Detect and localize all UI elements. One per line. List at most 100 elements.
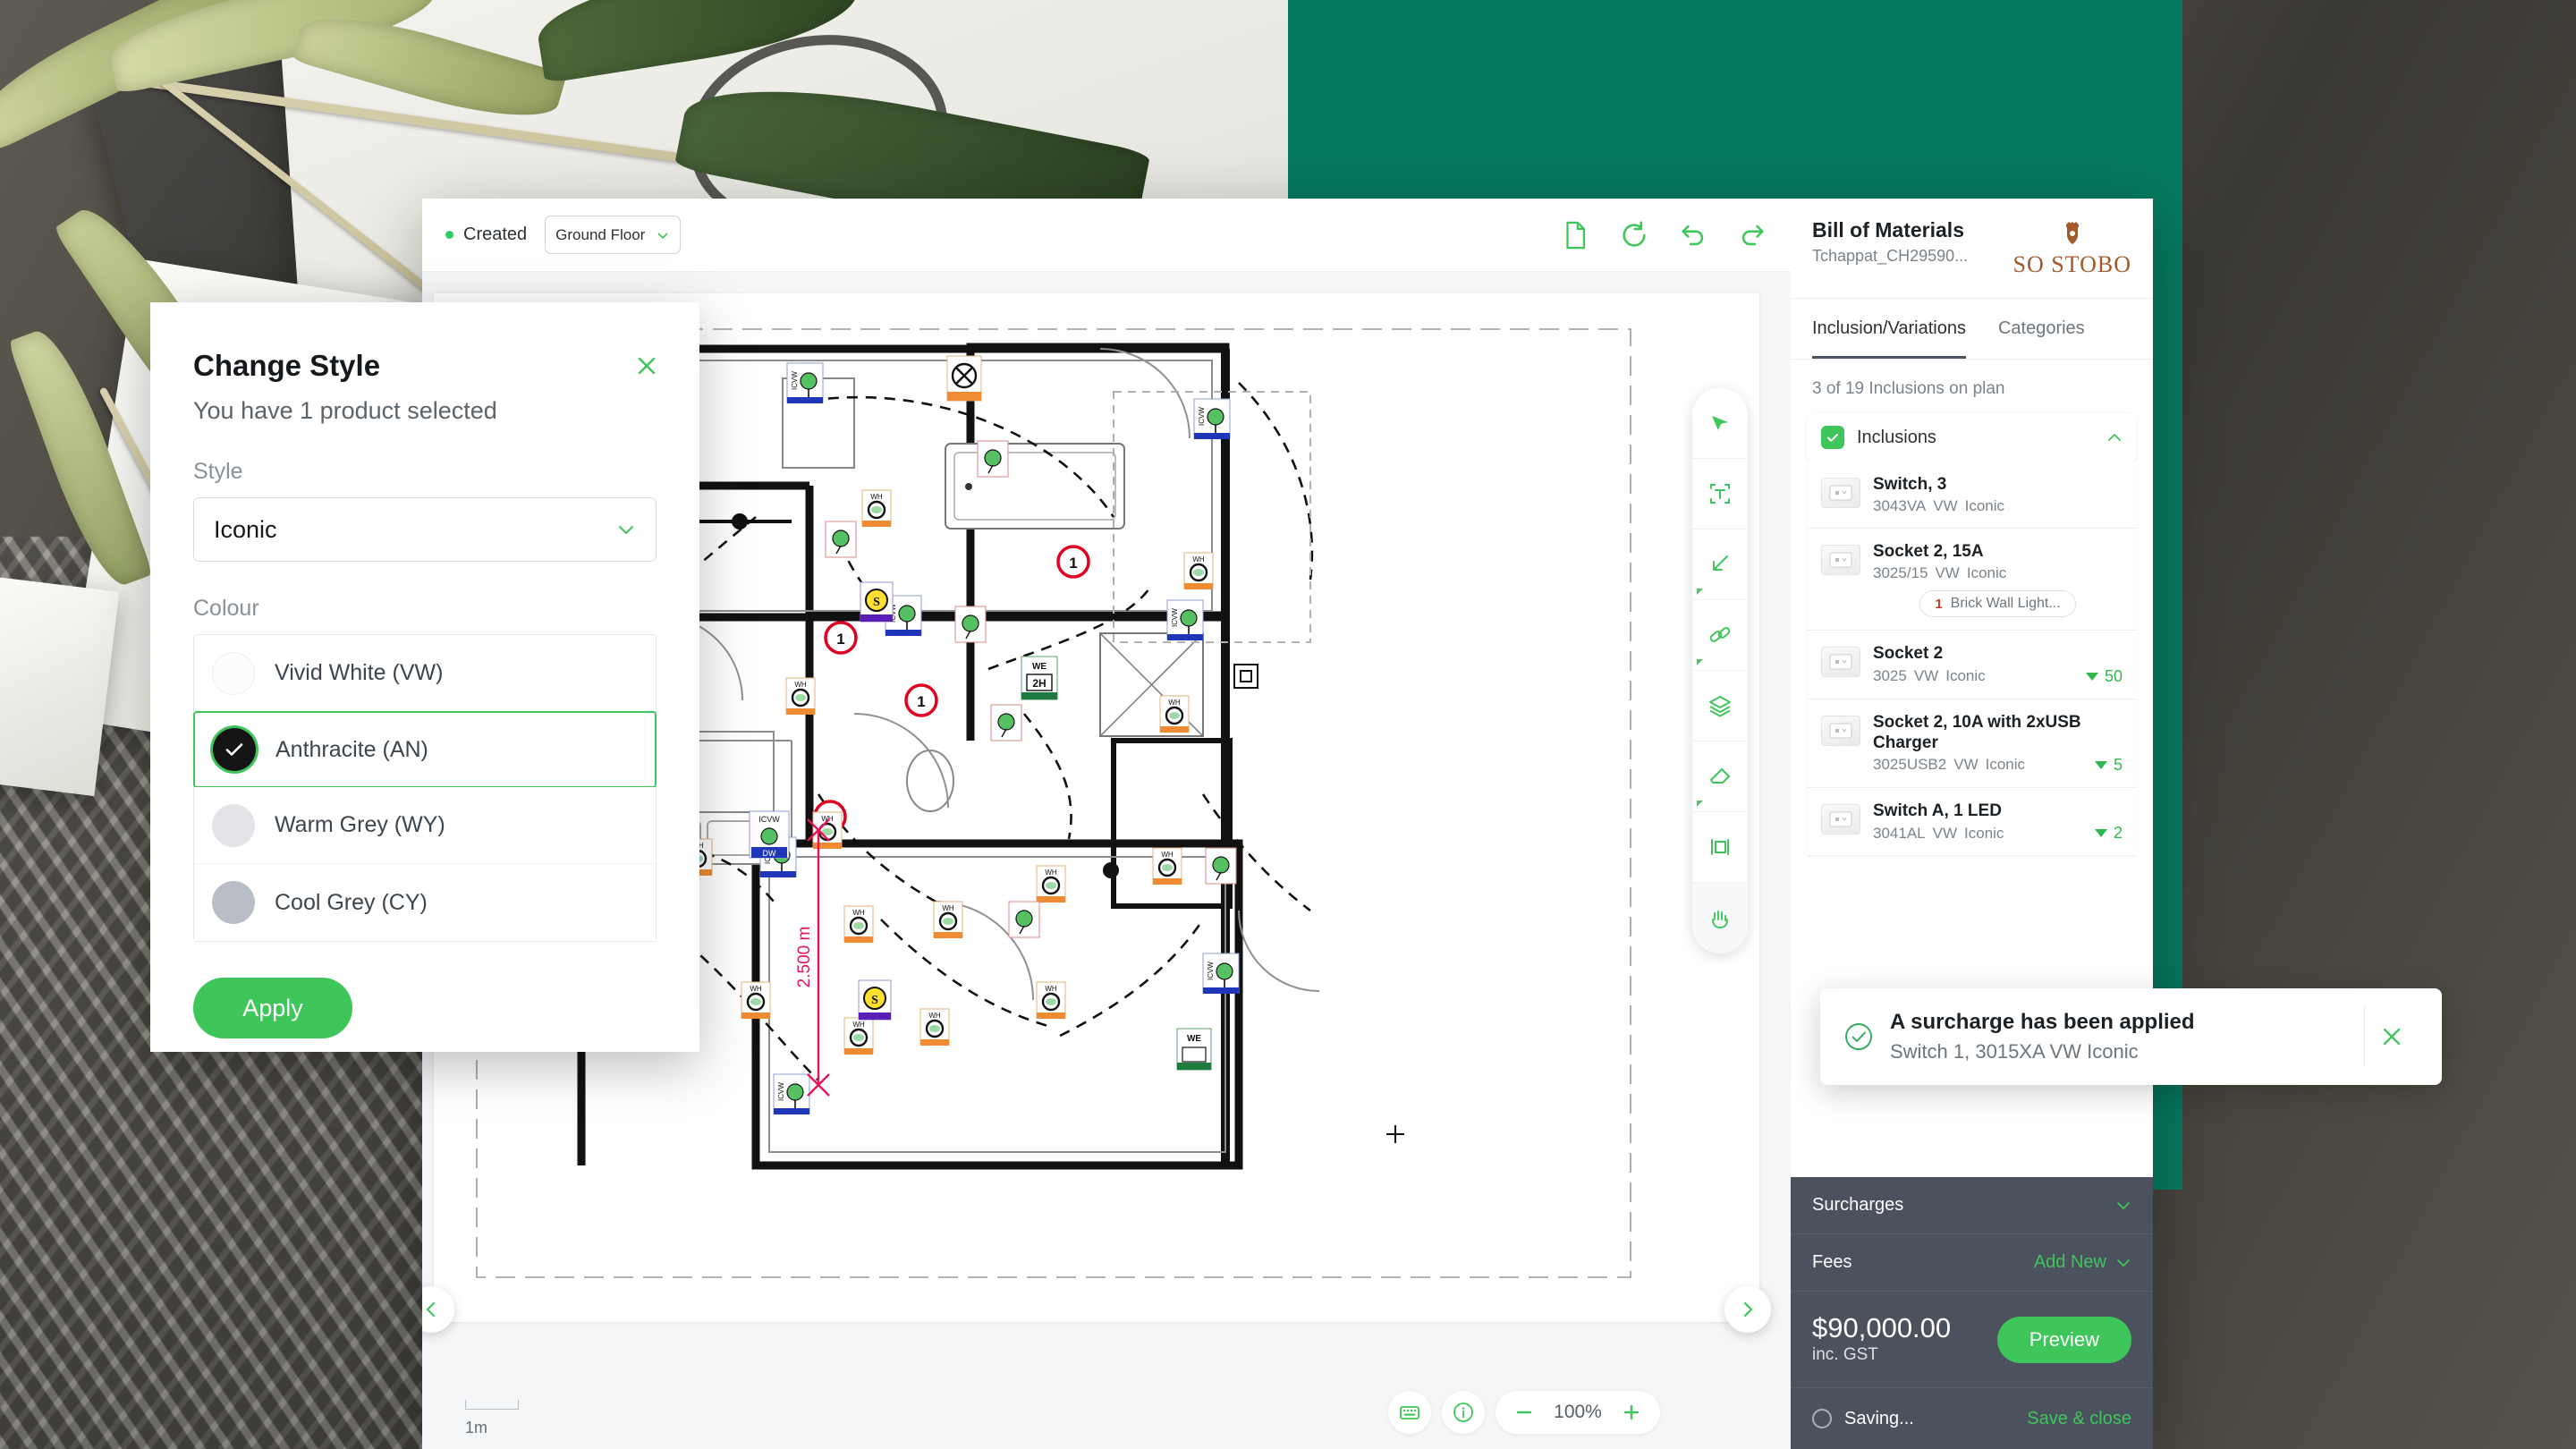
sidebar-footer: Surcharges Fees Add New $90,000.00 inc. …	[1791, 1177, 2153, 1449]
measure-tool[interactable]	[1692, 530, 1748, 600]
plus-icon[interactable]	[1621, 1402, 1642, 1423]
keyboard-shortcuts-button[interactable]	[1388, 1391, 1431, 1434]
toast-title: A surcharge has been applied	[1890, 1010, 2195, 1034]
eraser-tool[interactable]	[1692, 741, 1748, 812]
product-name: Switch, 3	[1873, 475, 1947, 494]
list-item[interactable]: Socket 2, 10A with 2xUSB Charger 3025USB…	[1807, 699, 2137, 788]
select-tool[interactable]	[1692, 388, 1748, 459]
svg-text:DW: DW	[763, 849, 776, 858]
variation-tag[interactable]: 1 Brick Wall Light...	[1919, 590, 2076, 618]
triangle-down-icon	[2094, 760, 2107, 769]
change-style-modal: Change Style You have 1 product selected…	[150, 302, 699, 1052]
colour-option-warm-grey[interactable]: Warm Grey (WY)	[194, 787, 656, 864]
info-button[interactable]	[1442, 1391, 1485, 1434]
variation-tag-count: 1	[1935, 596, 1943, 612]
group-checkbox[interactable]	[1821, 426, 1844, 449]
redo-icon[interactable]	[1737, 220, 1767, 250]
eraser-icon	[1710, 768, 1730, 784]
sidebar-tabs: Inclusion/Variations Categories	[1791, 299, 2153, 360]
saving-spinner-icon	[1812, 1409, 1832, 1428]
product-colour: VW	[1932, 824, 1958, 842]
colour-options-list: Vivid White (VW) Anthracite (AN) Warm Gr…	[193, 634, 657, 942]
list-item[interactable]: Switch A, 1 LED 3041AL VW Iconic 2	[1807, 787, 2137, 857]
list-item[interactable]: Socket 2, 15A 3025/15 VW Iconic 1 Brick …	[1807, 529, 2137, 631]
product-style: Iconic	[1985, 756, 2026, 774]
dimension-tool[interactable]	[1692, 812, 1748, 883]
group-header-inclusions[interactable]: Inclusions	[1807, 413, 2137, 462]
product-name: Socket 2, 10A with 2xUSB Charger	[1873, 712, 2081, 752]
text-box-icon	[1710, 484, 1730, 504]
save-and-close-button[interactable]: Save & close	[2027, 1409, 2131, 1429]
product-name: Socket 2, 15A	[1873, 542, 1984, 562]
colour-option-label: Warm Grey (WY)	[275, 812, 445, 837]
product-style: Iconic	[1945, 667, 1986, 685]
colour-option-cool-grey[interactable]: Cool Grey (CY)	[194, 864, 656, 941]
svg-text:S: S	[871, 994, 878, 1007]
list-item[interactable]: Socket 2 3025 VW Iconic 50	[1807, 631, 2137, 699]
svg-text:1: 1	[1069, 555, 1077, 572]
layers-tool[interactable]	[1692, 671, 1748, 741]
product-thumbnail	[1821, 647, 1860, 678]
apply-button[interactable]: Apply	[193, 978, 352, 1038]
scale-bar: 1m	[465, 1400, 519, 1437]
cursor-arrow-icon	[1712, 416, 1728, 430]
group-label: Inclusions	[1857, 427, 1936, 447]
inclusions-list: Inclusions Switch, 3 3043VA VW Iconic So…	[1791, 413, 2153, 857]
colour-option-vivid-white[interactable]: Vivid White (VW)	[194, 635, 656, 712]
product-quantity: 2	[2094, 824, 2123, 843]
scale-label: 1m	[465, 1419, 488, 1436]
chevron-right-icon	[1743, 1301, 1753, 1318]
tab-inclusion-variations[interactable]: Inclusion/Variations	[1812, 299, 1966, 359]
preview-button[interactable]: Preview	[1996, 1316, 2131, 1363]
toast-close-button[interactable]	[2365, 1023, 2419, 1050]
floor-select[interactable]: Ground Floor	[545, 216, 682, 254]
list-item[interactable]: Switch, 3 3043VA VW Iconic	[1807, 462, 2137, 530]
surcharges-label: Surcharges	[1812, 1195, 1904, 1215]
next-page-button[interactable]	[1724, 1286, 1771, 1333]
tab-categories[interactable]: Categories	[1998, 299, 2085, 359]
style-select[interactable]: Iconic	[193, 497, 657, 562]
product-quantity-value: 5	[2113, 755, 2123, 774]
text-tool[interactable]	[1692, 459, 1748, 530]
scale-bar-line	[465, 1400, 519, 1410]
pan-tool[interactable]	[1692, 883, 1748, 953]
product-colour: VW	[1913, 667, 1939, 685]
svg-text:1: 1	[836, 631, 844, 648]
surcharges-row[interactable]: Surcharges	[1791, 1177, 2153, 1234]
zoom-level-label: 100%	[1554, 1402, 1602, 1422]
chevron-down-icon[interactable]	[2115, 1198, 2131, 1214]
product-name: Socket 2	[1873, 644, 1944, 664]
refresh-icon[interactable]	[1619, 220, 1649, 250]
product-thumbnail	[1821, 803, 1860, 835]
chevron-down-icon[interactable]	[2115, 1255, 2131, 1271]
colour-option-anthracite[interactable]: Anthracite (AN)	[193, 711, 657, 788]
minus-icon[interactable]	[1513, 1402, 1535, 1423]
add-new-fee-button[interactable]: Add New	[2034, 1252, 2106, 1273]
status-dot	[445, 231, 453, 239]
link-tool[interactable]	[1692, 600, 1748, 671]
layers-icon	[1709, 696, 1731, 717]
check-icon	[225, 743, 243, 756]
product-colour: VW	[1935, 564, 1960, 582]
new-document-icon[interactable]	[1560, 220, 1590, 250]
brand-name: SO STOBO	[2012, 251, 2131, 277]
floor-select-value: Ground Floor	[555, 225, 646, 243]
dimension-icon	[1711, 839, 1729, 855]
product-quantity: 5	[2094, 755, 2123, 775]
product-code: 3025/15	[1873, 564, 1928, 582]
sidebar-title: Bill of Materials	[1812, 218, 1964, 242]
hand-icon	[1712, 910, 1728, 928]
fees-row[interactable]: Fees Add New	[1791, 1234, 2153, 1292]
socket-thumbnail-icon	[1829, 485, 1852, 501]
undo-icon[interactable]	[1678, 220, 1708, 250]
check-icon	[1826, 433, 1839, 442]
svg-text:WE: WE	[1032, 662, 1046, 672]
chevron-down-icon	[619, 526, 633, 534]
colour-option-label: Anthracite (AN)	[275, 736, 428, 762]
svg-text:1: 1	[917, 693, 925, 710]
modal-title: Change Style	[193, 349, 381, 382]
modal-close-button[interactable]	[633, 352, 660, 384]
product-colour: VW	[1933, 497, 1958, 515]
chevron-up-icon[interactable]	[2106, 429, 2123, 445]
save-row: Saving... Save & close	[1791, 1388, 2153, 1449]
